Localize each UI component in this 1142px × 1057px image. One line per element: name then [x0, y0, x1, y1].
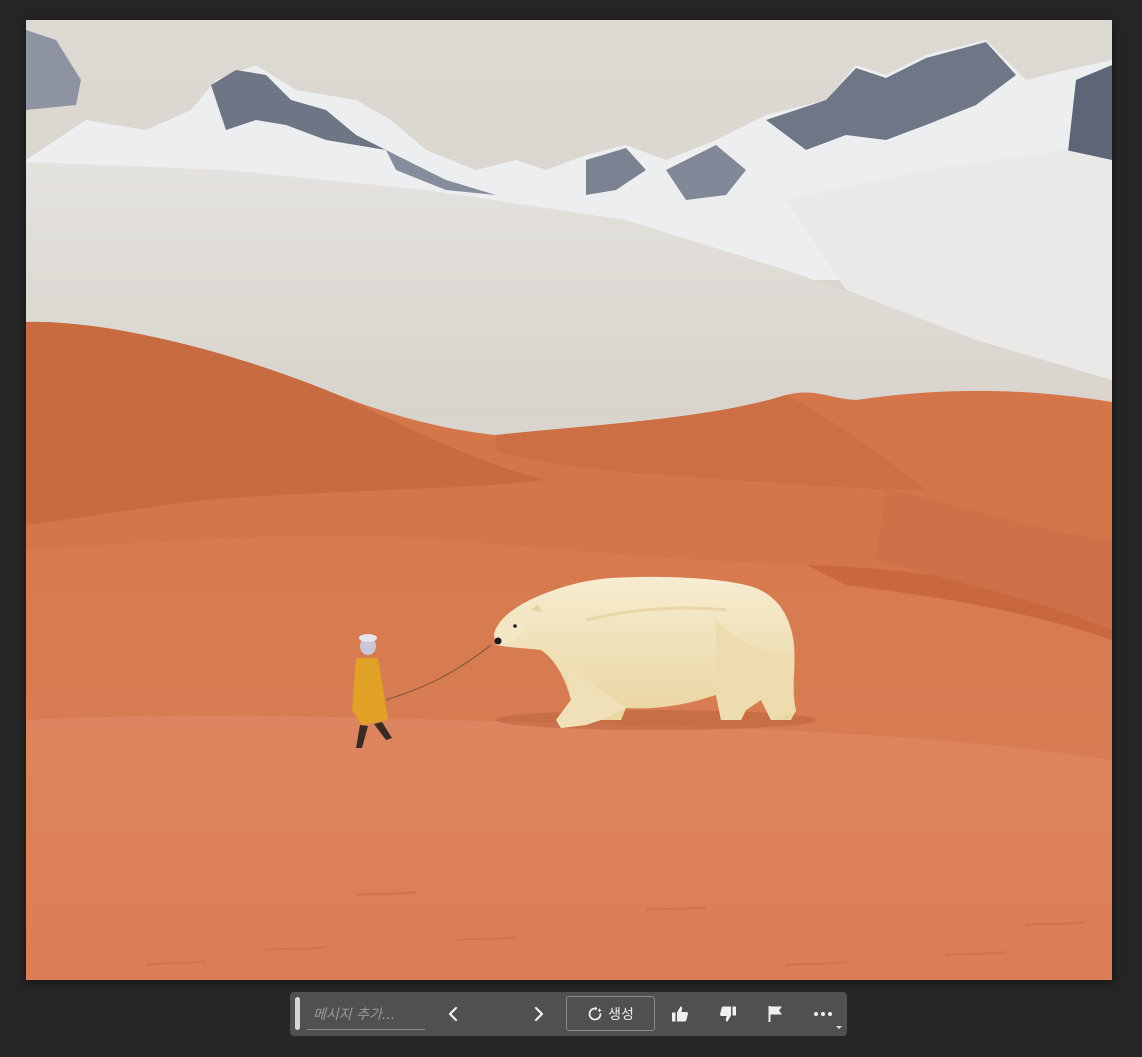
report-button[interactable] — [758, 997, 792, 1031]
generate-button[interactable]: 생성 — [566, 996, 655, 1031]
prompt-input[interactable] — [307, 1000, 425, 1030]
desert-polar-bear-image — [26, 20, 1112, 980]
workspace-canvas: 생성 — [0, 0, 1142, 1057]
flag-icon — [767, 1005, 783, 1023]
previous-icon — [447, 1006, 459, 1022]
generate-label: 생성 — [608, 1006, 634, 1023]
regenerate-icon — [587, 1006, 603, 1022]
thumbs-up-icon — [671, 1005, 689, 1023]
more-icon — [813, 1011, 833, 1017]
more-options-button[interactable] — [806, 997, 840, 1031]
next-icon — [533, 1006, 545, 1022]
next-button[interactable] — [522, 997, 556, 1031]
chevron-down-icon — [836, 1026, 842, 1029]
drag-handle[interactable] — [295, 997, 300, 1030]
thumbs-down-button[interactable] — [711, 997, 745, 1031]
thumbs-down-icon — [719, 1005, 737, 1023]
thumbs-up-button[interactable] — [663, 997, 697, 1031]
previous-button[interactable] — [436, 997, 470, 1031]
document-image[interactable] — [26, 20, 1112, 980]
